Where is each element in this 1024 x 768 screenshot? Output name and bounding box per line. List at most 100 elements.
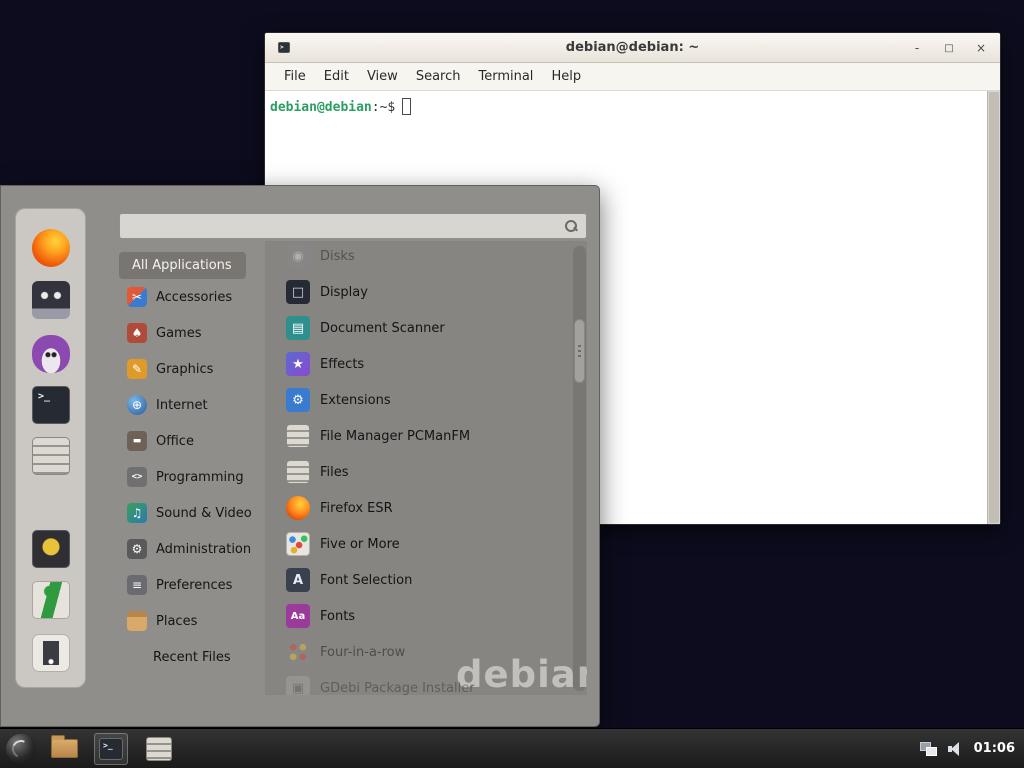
network-icon[interactable] (920, 742, 937, 756)
menu-view[interactable]: View (358, 63, 407, 90)
app-label: Firefox ESR (320, 501, 393, 516)
category-label: Office (156, 434, 194, 449)
category-label: Recent Files (153, 650, 231, 665)
favorite-power[interactable] (31, 633, 71, 673)
favorite-file-manager[interactable] (31, 436, 71, 476)
applications-list: debian Disks Display Document Scanner Ef… (265, 241, 587, 695)
app-item-five-or-more[interactable]: Five or More (286, 526, 576, 562)
file-manager-launcher[interactable] (51, 739, 78, 758)
category-accessories[interactable]: Accessories (119, 279, 265, 315)
category-label: Sound & Video (156, 506, 252, 521)
app-label: Display (320, 285, 368, 300)
app-item-four-in-a-row[interactable]: Four-in-a-row (286, 634, 576, 670)
extensions-icon (286, 388, 310, 412)
category-preferences[interactable]: Preferences (119, 567, 265, 603)
category-places[interactable]: Places (119, 603, 265, 639)
category-sound-video[interactable]: Sound & Video (119, 495, 265, 531)
category-graphics[interactable]: Graphics (119, 351, 265, 387)
prompt-user-host: debian@debian (270, 100, 372, 115)
category-label: Places (156, 614, 197, 629)
office-icon (127, 431, 147, 451)
app-label: Five or More (320, 537, 400, 552)
terminal-window-icon (278, 42, 290, 53)
app-item-extensions[interactable]: Extensions (286, 382, 576, 418)
category-internet[interactable]: Internet (119, 387, 265, 423)
category-label: Administration (156, 542, 251, 557)
search-icon (564, 219, 578, 233)
favorites-panel (15, 208, 86, 688)
category-all-applications[interactable]: All Applications (119, 252, 246, 279)
search-box (119, 213, 587, 239)
favorite-messenger[interactable] (31, 334, 71, 374)
category-label: Graphics (156, 362, 213, 377)
programming-icon (127, 467, 147, 487)
effects-icon (286, 352, 310, 376)
photos-icon (32, 281, 70, 319)
favorite-terminal[interactable] (31, 385, 71, 425)
fonts-icon (286, 604, 310, 628)
category-games[interactable]: Games (119, 315, 265, 351)
category-programming[interactable]: Programming (119, 459, 265, 495)
app-item-fonts[interactable]: Fonts (286, 598, 576, 634)
terminal-scrollbar[interactable] (987, 91, 1000, 524)
app-item-display[interactable]: Display (286, 274, 576, 310)
firefox-icon (286, 496, 310, 520)
app-label: Disks (320, 249, 355, 264)
category-label: Internet (156, 398, 208, 413)
app-item-firefox-esr[interactable]: Firefox ESR (286, 490, 576, 526)
menu-search[interactable]: Search (407, 63, 470, 90)
internet-icon (127, 395, 147, 415)
app-label: File Manager PCManFM (320, 429, 470, 444)
five-or-more-icon (286, 532, 310, 556)
menu-terminal[interactable]: Terminal (469, 63, 542, 90)
terminal-icon (99, 738, 123, 760)
category-recent-files[interactable]: Recent Files (119, 639, 265, 675)
app-label: Document Scanner (320, 321, 445, 336)
app-item-font-selection[interactable]: Font Selection (286, 562, 576, 598)
favorite-photos[interactable] (31, 280, 71, 320)
category-administration[interactable]: Administration (119, 531, 265, 567)
administration-icon (127, 539, 147, 559)
terminal-scrollbar-thumb[interactable] (989, 92, 999, 523)
lock-screen-icon (32, 530, 70, 568)
messenger-icon (32, 335, 70, 373)
applications-menu: All Applications Accessories Games Graph… (0, 185, 600, 727)
places-folder-icon (127, 611, 147, 631)
category-label: Preferences (156, 578, 232, 593)
sound-video-icon (127, 503, 147, 523)
menu-help[interactable]: Help (542, 63, 590, 90)
files-taskbar-button[interactable] (146, 737, 172, 761)
app-item-document-scanner[interactable]: Document Scanner (286, 310, 576, 346)
search-input[interactable] (120, 214, 564, 238)
app-item-gdebi[interactable]: GDebi Package Installer (286, 670, 576, 695)
files-icon (286, 460, 310, 484)
favorite-log-out[interactable] (31, 580, 71, 620)
log-out-icon (32, 581, 70, 619)
app-item-pcmanfm[interactable]: File Manager PCManFM (286, 418, 576, 454)
document-scanner-icon (286, 316, 310, 340)
gdebi-icon (286, 676, 310, 695)
category-office[interactable]: Office (119, 423, 265, 459)
terminal-taskbar-button[interactable] (94, 733, 128, 765)
app-label: Font Selection (320, 573, 412, 588)
menu-button[interactable] (6, 734, 36, 764)
app-item-effects[interactable]: Effects (286, 346, 576, 382)
favorite-firefox[interactable] (31, 228, 71, 268)
category-label: Programming (156, 470, 244, 485)
desktop: debian@debian: ~ - □ × File Edit View Se… (0, 0, 1024, 768)
file-manager-icon (32, 437, 70, 475)
menu-edit[interactable]: Edit (315, 63, 358, 90)
volume-icon[interactable] (948, 741, 963, 756)
category-label: Games (156, 326, 201, 341)
favorite-lock-screen[interactable] (31, 529, 71, 569)
minimize-button[interactable]: - (906, 38, 928, 58)
maximize-button[interactable]: □ (938, 38, 960, 58)
terminal-titlebar[interactable]: debian@debian: ~ - □ × (265, 33, 1000, 63)
window-title: debian@debian: ~ (265, 40, 1000, 55)
close-button[interactable]: × (970, 38, 992, 58)
app-item-disks[interactable]: Disks (286, 241, 576, 274)
prompt-path: :~$ (372, 100, 395, 115)
font-selection-icon (286, 568, 310, 592)
menu-file[interactable]: File (275, 63, 315, 90)
app-item-files[interactable]: Files (286, 454, 576, 490)
